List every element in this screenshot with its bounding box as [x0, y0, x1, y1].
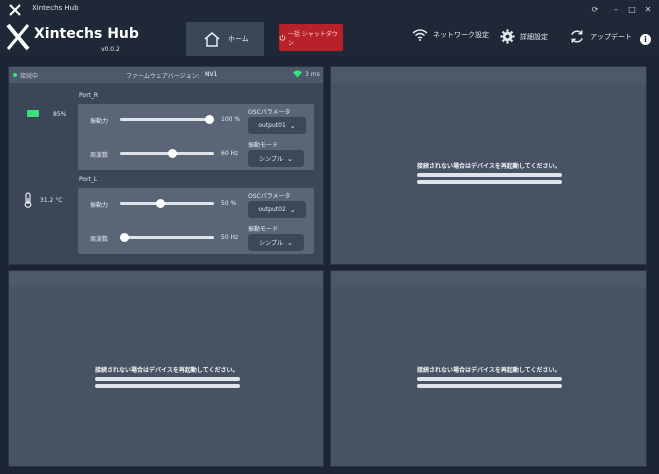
port-l-strength-slider[interactable]	[120, 199, 214, 208]
port-l-strength-value: 50 %	[221, 200, 237, 207]
advanced-settings-button[interactable]: 詳細設定	[500, 29, 548, 44]
info-icon[interactable]: i	[640, 34, 651, 45]
slot-4-header	[331, 271, 646, 287]
port-r-osc-select[interactable]: output01 ⌄	[248, 117, 306, 134]
minimize-button[interactable]: –	[609, 3, 623, 17]
port-r-strength-label: 振動力	[90, 118, 109, 125]
slot-4-message: 接続されない場合はデバイスを再起動してください。	[417, 367, 561, 374]
port-l-strength-knob[interactable]	[155, 199, 165, 208]
port-l-osc-label: OSCパラメータ	[248, 193, 291, 200]
port-r-title: Port_R	[79, 92, 99, 99]
connection-status: 接続中	[20, 73, 39, 80]
sync-icon[interactable]: ⟳	[588, 3, 602, 17]
port-r-strength-value: 100 %	[221, 116, 241, 123]
slot-4-placeholder-bar	[417, 377, 562, 381]
firmware-value: NV1	[205, 71, 218, 78]
shutdown-all-button[interactable]: 一括 シャットダウン	[279, 24, 343, 51]
brand-name: Xintechs Hub	[34, 26, 139, 42]
port-l-freq-knob[interactable]	[120, 233, 129, 242]
firmware-label: ファームウェアバージョン:	[126, 73, 200, 80]
port-r-controls: 振動力 100 % 周波数 60 Hz OSCパラメータ output01 ⌄ …	[78, 104, 314, 170]
port-l-osc-select[interactable]: output02 ⌄	[248, 201, 306, 218]
chevron-down-icon: ⌄	[289, 121, 296, 130]
slot-3-placeholder-bar	[95, 384, 240, 388]
tab-home-label: ホーム	[228, 35, 249, 43]
port-r-strength-slider[interactable]	[120, 115, 214, 124]
brand-logo-icon	[6, 23, 30, 51]
chevron-down-icon: ⌄	[289, 205, 296, 214]
port-l-mode-value: シンプル	[259, 240, 283, 247]
refresh-icon	[571, 30, 583, 43]
port-l-controls: 振動力 50 % 周波数 50 Hz OSCパラメータ output02 ⌄ 振…	[78, 188, 314, 254]
device-slot-3: 接続されない場合はデバイスを再起動してください。	[8, 270, 324, 467]
app-logo-icon	[9, 4, 21, 16]
port-r-strength-knob[interactable]	[205, 115, 214, 124]
network-settings-button[interactable]: ネットワーク設定	[412, 29, 489, 41]
slot-3-message: 接続されない場合はデバイスを再起動してください。	[95, 367, 239, 374]
shutdown-all-label: 一括 シャットダウン	[287, 30, 338, 47]
slot-2-placeholder-bar	[417, 180, 562, 184]
wifi-icon	[412, 29, 428, 41]
slot-2-placeholder-bar	[417, 173, 562, 177]
port-r-freq-value: 60 Hz	[221, 150, 239, 157]
chevron-down-icon: ⌄	[286, 238, 293, 247]
port-l-strength-label: 振動力	[90, 202, 109, 209]
port-l-mode-select[interactable]: シンプル ⌄	[248, 234, 304, 251]
device-status-bar: 接続中 ファームウェアバージョン: NV1 3 ms	[9, 67, 323, 83]
gear-icon	[500, 29, 515, 44]
connection-indicator	[13, 73, 17, 77]
port-r-freq-knob[interactable]	[168, 149, 178, 158]
port-r-freq-slider[interactable]	[120, 149, 214, 158]
app-header: Xintechs Hub v0.0.2 ホーム 一括 シャットダウン ネットワー…	[0, 20, 659, 56]
update-button[interactable]: アップデート	[569, 29, 632, 44]
port-l-osc-value: output02	[258, 206, 286, 213]
port-r-mode-select[interactable]: シンプル ⌄	[248, 150, 304, 167]
battery-icon	[27, 110, 39, 117]
device-slot-4: 接続されない場合はデバイスを再起動してください。	[330, 270, 647, 467]
power-icon	[279, 34, 286, 41]
chevron-down-icon: ⌄	[286, 154, 293, 163]
home-icon	[204, 31, 220, 47]
window-title: Xintechs Hub	[32, 4, 79, 12]
maximize-button[interactable]: □	[625, 3, 639, 17]
slot-3-header	[9, 271, 323, 287]
device-slot-2: 接続されない場合はデバイスを再起動してください。	[330, 66, 647, 265]
port-l-freq-value: 50 Hz	[221, 234, 239, 241]
thermometer-icon	[24, 192, 32, 208]
port-l-title: Port_L	[79, 176, 98, 183]
temperature-value: 31.2 °C	[40, 197, 63, 204]
slot-2-message: 接続されない場合はデバイスを再起動してください。	[417, 163, 561, 170]
port-r-osc-value: output01	[258, 122, 286, 129]
advanced-settings-label: 詳細設定	[520, 32, 548, 41]
app-version: v0.0.2	[101, 46, 120, 53]
port-r-mode-value: シンプル	[259, 156, 283, 163]
tab-home[interactable]: ホーム	[186, 22, 264, 56]
port-l-freq-slider[interactable]	[120, 233, 214, 242]
battery-value: 85%	[53, 111, 67, 118]
network-settings-label: ネットワーク設定	[433, 31, 489, 39]
port-r-osc-label: OSCパラメータ	[248, 109, 291, 116]
device-panel: 接続中 ファームウェアバージョン: NV1 3 ms 85% 31.2 °C P…	[8, 66, 324, 265]
slot-4-placeholder-bar	[417, 384, 562, 388]
slot-2-header	[331, 67, 646, 83]
close-button[interactable]: ✕	[641, 3, 655, 17]
port-l-freq-label: 周波数	[90, 236, 109, 243]
port-r-freq-label: 周波数	[90, 152, 109, 159]
latency-value: 3 ms	[305, 71, 320, 78]
slot-3-placeholder-bar	[95, 377, 240, 381]
signal-icon	[293, 70, 302, 78]
port-l-mode-label: 振動モード	[248, 226, 279, 233]
window-titlebar: Xintechs Hub ⟳ – □ ✕	[0, 0, 659, 20]
port-r-mode-label: 振動モード	[248, 142, 279, 149]
update-label: アップデート	[590, 32, 632, 41]
